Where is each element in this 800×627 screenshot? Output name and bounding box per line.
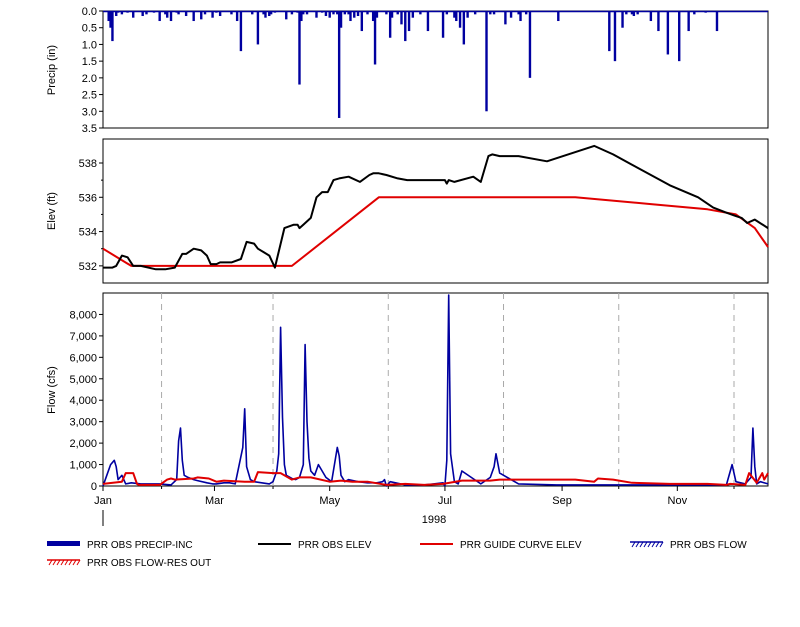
elev-lines <box>102 144 769 271</box>
legend-label: PRR OBS PRECIP-INC <box>87 540 193 551</box>
precip-bar <box>407 11 411 32</box>
precip-bar <box>158 11 161 22</box>
precip-bar <box>360 11 364 32</box>
legend: PRR OBS PRECIP-INC PRR OBS ELEV PRR GUIDE … <box>47 540 747 569</box>
flow-ytick-label: 6,000 <box>69 352 97 364</box>
precip-bar <box>200 11 203 20</box>
chart-stage: 0.0 0.5 1.0 1.5 2.0 2.5 3.0 3.5 Precip (in) 532… <box>46 6 769 569</box>
flow-y-ticks: 0 1,000 2,000 3,000 4,000 5,000 6,000 7,000 8,00… <box>69 309 103 493</box>
precip-bar <box>666 11 670 55</box>
precip-bar <box>192 11 195 22</box>
precip-ytick-label: 2.5 <box>82 90 97 102</box>
flow-ytick-label: 7,000 <box>69 331 97 343</box>
precip-bar <box>455 11 458 22</box>
legend-item: PRR OBS ELEV <box>258 540 372 551</box>
flow-ytick-label: 4,000 <box>69 395 97 407</box>
precip-ytick-label: 3.5 <box>82 123 97 135</box>
legend-swatch <box>630 541 664 548</box>
precip-ytick-label: 3.0 <box>82 106 97 118</box>
flow-ytick-label: 8,000 <box>69 309 97 321</box>
precip-bar <box>239 11 243 52</box>
precip-bar <box>462 11 466 45</box>
legend-item: PRR OBS FLOW-RES OUT <box>47 558 211 569</box>
precip-bar <box>519 11 522 22</box>
flow-ytick-label: 2,000 <box>69 438 97 450</box>
elev-ytick-label: 532 <box>79 261 97 273</box>
precip-ytick-label: 1.0 <box>82 39 97 51</box>
precip-bar <box>298 11 301 85</box>
precip-ytick-label: 0.5 <box>82 23 97 35</box>
precip-bar <box>678 11 681 62</box>
elev-y-ticks: 532 534 536 538 <box>79 158 103 273</box>
precip-bar <box>621 11 624 28</box>
precip-bar <box>400 11 403 25</box>
precip-panel: 0.0 0.5 1.0 1.5 2.0 2.5 3.0 3.5 Precip (in) <box>46 6 769 135</box>
precip-ytick-label: 2.0 <box>82 73 97 85</box>
precip-bar <box>608 11 611 52</box>
legend-item: PRR OBS PRECIP-INC <box>47 540 193 551</box>
precip-bar <box>715 11 719 32</box>
precip-bar <box>649 11 653 22</box>
flow-ytick-label: 3,000 <box>69 417 97 429</box>
flow-ytick-label: 0 <box>91 481 97 493</box>
elev-ytick-label: 536 <box>79 192 97 204</box>
flow-xtick-label: Nov <box>668 495 688 507</box>
legend-swatch <box>47 541 80 546</box>
flow-xtick-label: May <box>319 495 340 507</box>
precip-ylabel: Precip (in) <box>46 45 58 95</box>
elev-guide-curve-line <box>102 196 769 267</box>
precip-bar <box>504 11 507 25</box>
precip-bar <box>256 11 260 45</box>
precip-bar <box>404 11 407 42</box>
legend-label: PRR OBS ELEV <box>298 540 372 551</box>
precip-bar <box>169 11 173 22</box>
elev-obs-line <box>103 144 769 271</box>
legend-item: PRR GUIDE CURVE ELEV <box>420 540 582 551</box>
precip-bar <box>349 11 352 22</box>
precip-bar <box>458 11 462 28</box>
flow-obs-line <box>102 294 769 487</box>
precip-bar <box>528 11 532 78</box>
flow-xtick-label: Jul <box>438 495 452 507</box>
precip-ytick-label: 0.0 <box>82 6 97 18</box>
precip-bar <box>687 11 690 32</box>
precip-ytick-label: 1.5 <box>82 56 97 68</box>
year-label: 1998 <box>422 514 446 526</box>
flow-panel: 0 1,000 2,000 3,000 4,000 5,000 6,000 7,000 8,00… <box>46 292 769 526</box>
precip-bar <box>111 11 114 42</box>
precip-bars <box>103 10 768 118</box>
elev-panel: 532 534 536 538 Elev (ft) <box>46 138 769 284</box>
flow-plot-frame <box>102 292 769 487</box>
flow-ytick-label: 5,000 <box>69 374 97 386</box>
elev-ylabel: Elev (ft) <box>46 192 58 230</box>
precip-bar <box>657 11 660 32</box>
flow-xtick-label: Jan <box>94 495 112 507</box>
precip-bar <box>613 11 617 62</box>
elev-ytick-label: 538 <box>79 158 97 170</box>
legend-swatch <box>47 559 81 566</box>
legend-label: PRR OBS FLOW <box>670 540 747 551</box>
precip-bar <box>339 11 343 28</box>
precip-y-ticks: 0.0 0.5 1.0 1.5 2.0 2.5 3.0 3.5 <box>82 6 103 135</box>
precip-bar <box>485 11 488 112</box>
precip-bar <box>426 11 430 32</box>
flow-ylabel: Flow (cfs) <box>46 366 58 414</box>
flow-x-ticks: Jan Mar May Jul Sep Nov <box>94 486 735 507</box>
precip-bar <box>557 11 560 22</box>
flow-ytick-label: 1,000 <box>69 460 97 472</box>
legend-label: PRR GUIDE CURVE ELEV <box>460 540 582 551</box>
flow-lines <box>102 294 769 487</box>
precip-bar <box>285 11 288 20</box>
legend-label: PRR OBS FLOW-RES OUT <box>87 558 211 569</box>
legend-item: PRR OBS FLOW <box>630 540 747 551</box>
flow-xtick-label: Mar <box>205 495 224 507</box>
flow-xtick-label: Sep <box>552 495 572 507</box>
precip-bar <box>373 11 377 65</box>
elev-ytick-label: 534 <box>79 227 97 239</box>
precip-bar <box>441 11 445 38</box>
precip-bar <box>235 11 239 22</box>
elev-plot-frame <box>102 138 769 284</box>
